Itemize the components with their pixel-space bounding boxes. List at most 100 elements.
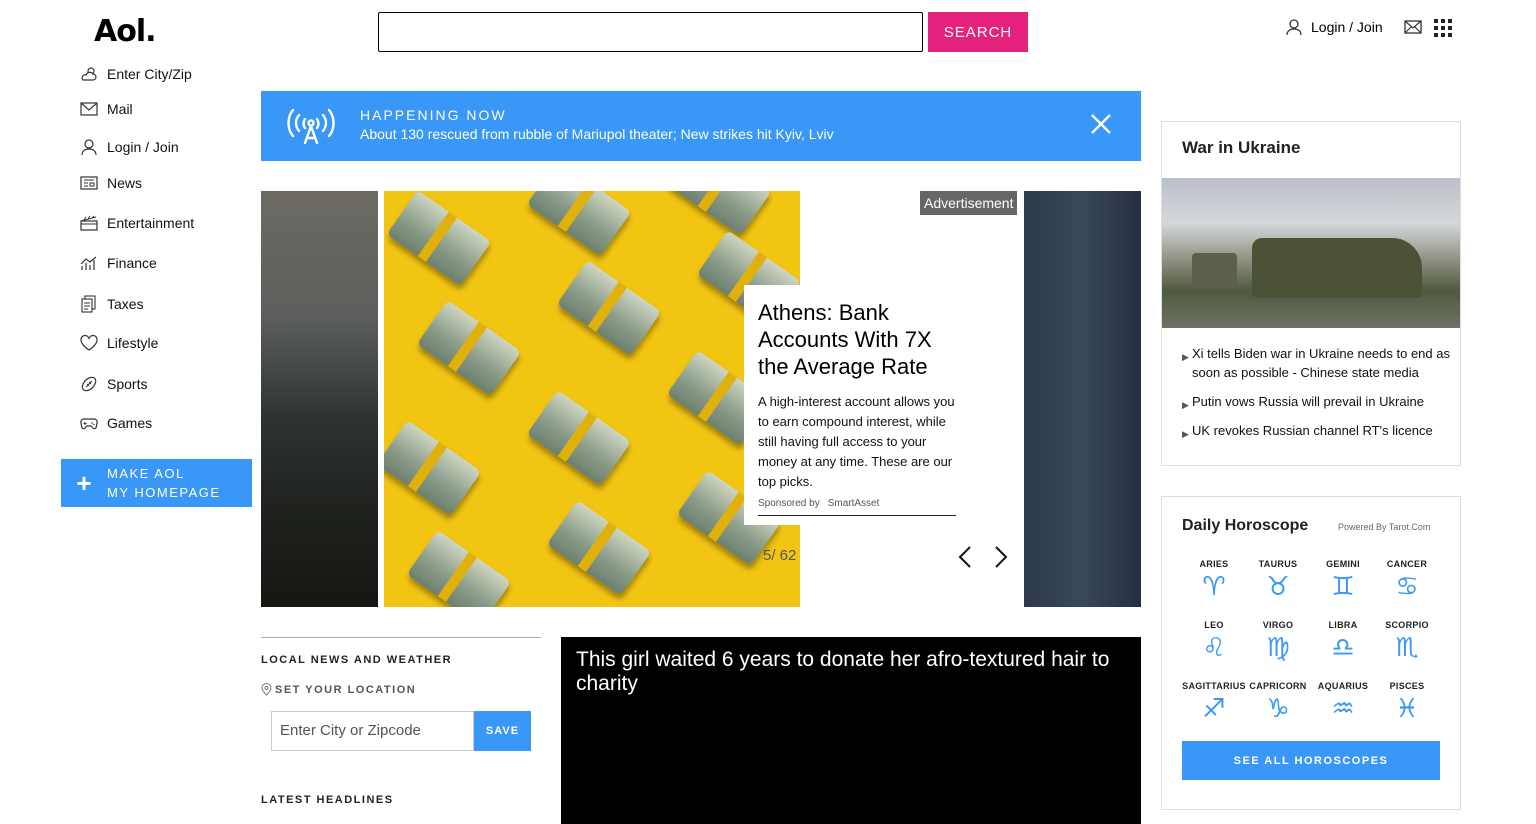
sidebar-item-label: News	[107, 175, 143, 191]
video-player[interactable]: This girl waited 6 years to donate her a…	[561, 637, 1141, 824]
horoscope-powered-by: Powered By Tarot.Com	[1338, 522, 1431, 532]
zodiac-name: CAPRICORN	[1249, 681, 1307, 691]
zodiac-name: TAURUS	[1258, 559, 1298, 569]
happening-now-headline[interactable]: About 130 rescued from rubble of Mariupo…	[360, 126, 834, 142]
local-news-module: LOCAL NEWS AND WEATHER SET YOUR LOCATION…	[261, 637, 541, 751]
sidebar-item-sports[interactable]: Sports	[80, 375, 147, 393]
sidebar-item-label: Login / Join	[107, 139, 179, 155]
list-item[interactable]: ▶ UK revokes Russian channel RT's licence	[1182, 421, 1452, 440]
close-icon[interactable]	[1089, 112, 1113, 136]
search-button[interactable]: SEARCH	[928, 12, 1028, 52]
gamepad-icon	[80, 418, 98, 430]
ukraine-module-title[interactable]: War in Ukraine	[1182, 138, 1300, 158]
play-triangle-icon: ▶	[1182, 429, 1189, 439]
scorpio-icon: ♏︎	[1395, 633, 1419, 663]
capricorn-icon: ♑︎	[1266, 694, 1290, 724]
next-slide-image[interactable]	[1024, 191, 1141, 607]
sponsor-name: SmartAsset	[827, 498, 880, 509]
sidebar-item-label: Sports	[107, 376, 148, 392]
happening-now-banner[interactable]: HAPPENING NOW About 130 rescued from rub…	[261, 91, 1141, 161]
header-login-label: Login / Join	[1311, 19, 1383, 35]
zodiac-taurus[interactable]: TAURUS ♉︎	[1243, 559, 1313, 601]
header-login-link[interactable]: Login / Join	[1285, 18, 1383, 36]
sidebar-item-weather[interactable]: Enter City/Zip	[80, 65, 192, 83]
zodiac-virgo[interactable]: VIRGO ♍︎	[1243, 620, 1313, 662]
zodiac-aries[interactable]: ARIES ♈︎	[1179, 559, 1249, 601]
sidebar-item-label: Enter City/Zip	[107, 66, 192, 82]
sidebar-item-label: Entertainment	[107, 215, 195, 231]
ad-sponsor-line: Sponsored by SmartAsset	[758, 498, 956, 516]
sidebar-item-label: Lifestyle	[107, 335, 159, 351]
see-all-horoscopes-button[interactable]: SEE ALL HOROSCOPES	[1182, 741, 1440, 780]
set-location-link[interactable]: SET YOUR LOCATION	[261, 683, 541, 696]
sidebar-item-games[interactable]: Games	[80, 415, 152, 431]
ad-title[interactable]: Athens: Bank Accounts With 7X the Averag…	[758, 299, 959, 380]
zipcode-save-button[interactable]: SAVE	[474, 711, 531, 751]
sponsored-by-label: Sponsored by	[758, 498, 820, 509]
sidebar-item-lifestyle[interactable]: Lifestyle	[80, 335, 158, 351]
weather-icon	[81, 67, 97, 81]
sidebar-item-login[interactable]: Login / Join	[80, 138, 179, 156]
user-icon	[81, 139, 97, 156]
local-news-heading: LOCAL NEWS AND WEATHER	[261, 654, 453, 666]
zodiac-name: PISCES	[1389, 681, 1425, 691]
taurus-icon: ♉︎	[1266, 572, 1290, 602]
sidebar-item-mail[interactable]: Mail	[80, 101, 133, 117]
zodiac-cancer[interactable]: CANCER ♋︎	[1372, 559, 1442, 601]
sidebar-item-taxes[interactable]: Taxes	[80, 295, 144, 313]
make-homepage-button[interactable]: + MAKE AOL MY HOMEPAGE	[61, 459, 252, 507]
ukraine-tank-photo[interactable]	[1162, 178, 1460, 328]
featured-carousel: Advertisement Athens: Bank Accounts With…	[261, 191, 1141, 607]
apps-grid-icon[interactable]	[1434, 19, 1452, 37]
mail-icon[interactable]	[1404, 19, 1422, 35]
taxes-document-icon	[81, 295, 96, 313]
virgo-icon: ♍︎	[1266, 633, 1290, 663]
heart-icon	[80, 335, 98, 351]
list-item[interactable]: ▶ Putin vows Russia will prevail in Ukrai…	[1182, 392, 1452, 411]
headline-text: Xi tells Biden war in Ukraine needs to e…	[1192, 346, 1450, 380]
finance-chart-icon	[80, 256, 97, 270]
plus-icon: +	[76, 468, 92, 498]
zodiac-name: CANCER	[1386, 559, 1428, 569]
chevron-right-icon[interactable]	[994, 546, 1008, 568]
make-homepage-line2: MY HOMEPAGE	[107, 485, 221, 500]
chevron-left-icon[interactable]	[958, 546, 972, 568]
zodiac-scorpio[interactable]: SCORPIO ♏︎	[1372, 620, 1442, 662]
cancer-icon: ♋︎	[1395, 572, 1419, 602]
make-homepage-line1: MAKE AOL	[107, 466, 185, 481]
pisces-icon: ♓︎	[1395, 694, 1419, 724]
sidebar-item-entertainment[interactable]: Entertainment	[80, 215, 194, 231]
news-icon	[80, 176, 98, 190]
ad-image-money-rolls[interactable]	[384, 191, 800, 607]
zodiac-name: LEO	[1204, 620, 1224, 630]
football-icon	[81, 376, 97, 392]
zodiac-pisces[interactable]: PISCES ♓︎	[1372, 681, 1442, 723]
list-item[interactable]: ▶ Xi tells Biden war in Ukraine needs to …	[1182, 344, 1452, 382]
zodiac-name: SAGITTARIUS	[1182, 681, 1246, 691]
aries-icon: ♈︎	[1202, 572, 1226, 602]
sidebar-item-label: Taxes	[107, 296, 144, 312]
zodiac-gemini[interactable]: GEMINI ♊︎	[1308, 559, 1378, 601]
sidebar-item-news[interactable]: News	[80, 175, 142, 191]
advertisement-tag: Advertisement	[920, 191, 1018, 215]
sidebar-item-finance[interactable]: Finance	[80, 255, 157, 271]
video-title[interactable]: This girl waited 6 years to donate her a…	[576, 648, 1131, 696]
headline-text: Putin vows Russia will prevail in Ukrain…	[1192, 394, 1424, 409]
previous-slide-image[interactable]	[261, 191, 378, 607]
slide-counter: 5/ 62	[763, 547, 797, 564]
zodiac-sagittarius[interactable]: SAGITTARIUS ♐︎	[1179, 681, 1249, 723]
search-input[interactable]	[378, 12, 923, 52]
zodiac-leo[interactable]: LEO ♌︎	[1179, 620, 1249, 662]
libra-icon: ♎︎	[1331, 633, 1355, 663]
play-triangle-icon: ▶	[1182, 400, 1189, 410]
war-in-ukraine-module: War in Ukraine ▶ Xi tells Biden war in Uk…	[1161, 121, 1461, 466]
aol-logo[interactable]: Aol.	[94, 14, 157, 49]
ad-description: A high-interest account allows you to ea…	[758, 394, 955, 489]
gemini-icon: ♊︎	[1331, 572, 1355, 602]
zodiac-capricorn[interactable]: CAPRICORN ♑︎	[1243, 681, 1313, 723]
ukraine-headlines-list: ▶ Xi tells Biden war in Ukraine needs to …	[1182, 344, 1452, 450]
zipcode-input[interactable]: Enter City or Zipcode	[271, 711, 474, 751]
ad-card[interactable]: Athens: Bank Accounts With 7X the Averag…	[744, 285, 959, 525]
zodiac-libra[interactable]: LIBRA ♎︎	[1308, 620, 1378, 662]
zodiac-aquarius[interactable]: AQUARIUS ♒︎	[1308, 681, 1378, 723]
